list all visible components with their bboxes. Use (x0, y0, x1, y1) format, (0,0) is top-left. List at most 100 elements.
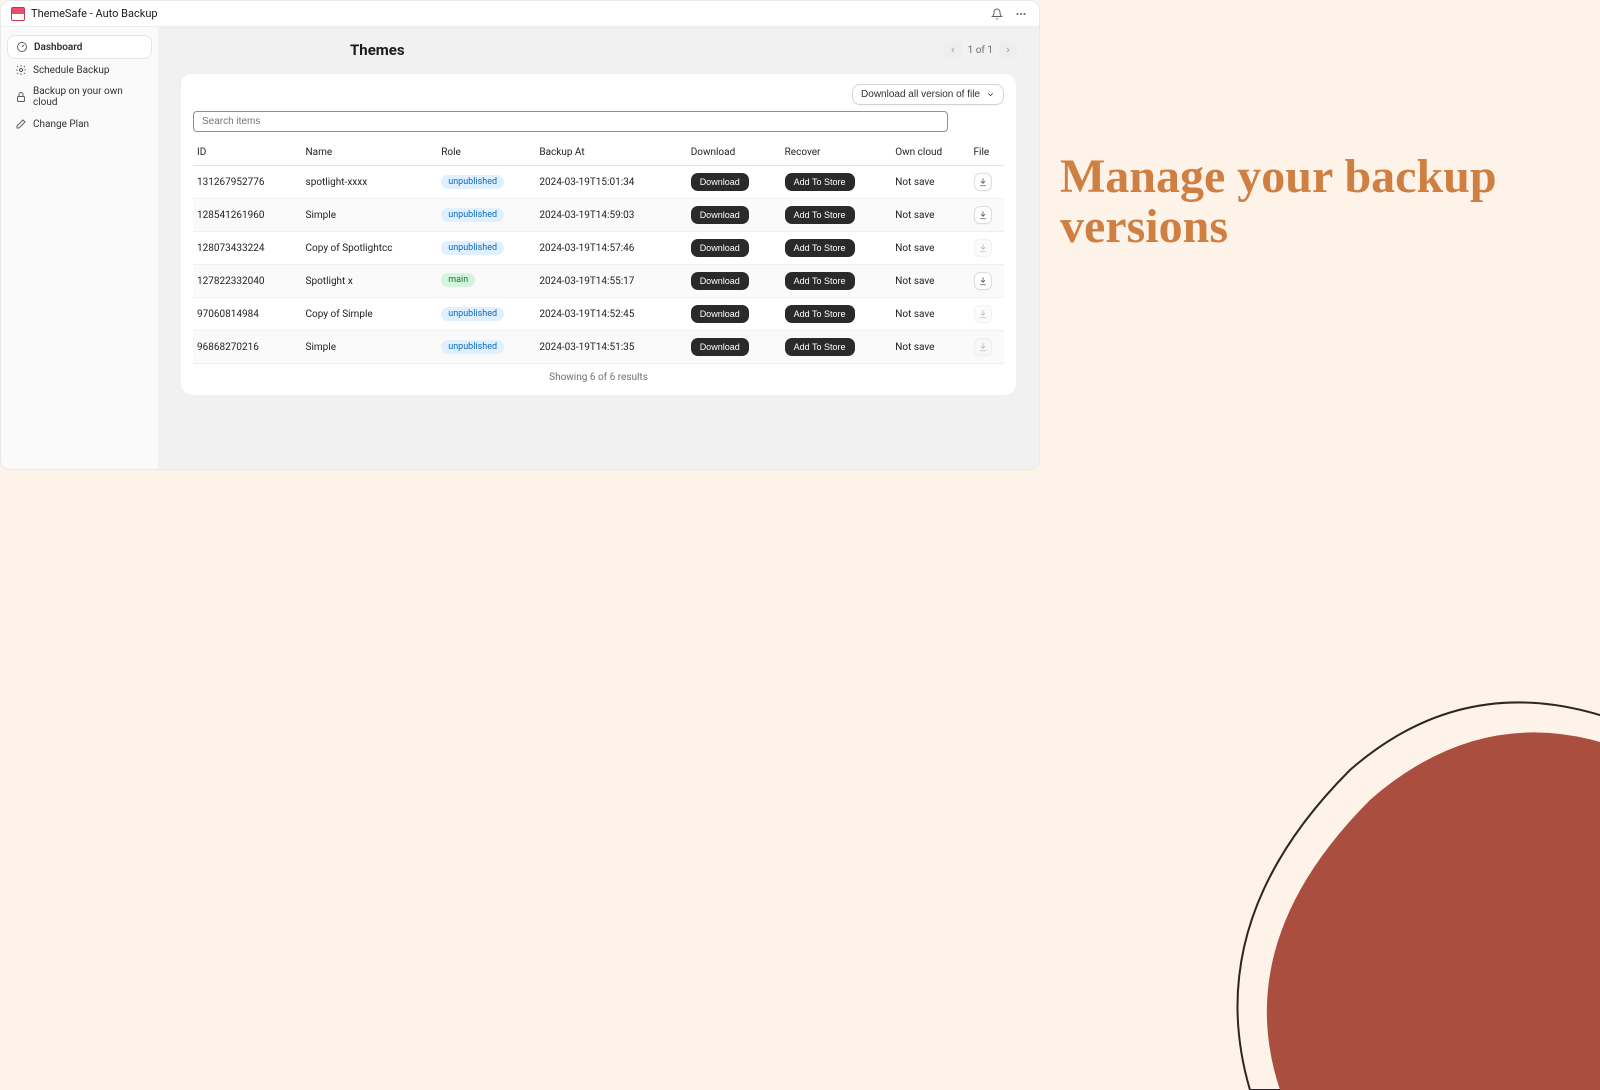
col-backup: Backup At (535, 140, 686, 166)
cell-recover: Add To Store (781, 331, 892, 364)
cell-download: Download (687, 199, 781, 232)
cell-recover: Add To Store (781, 232, 892, 265)
cell-backup-at: 2024-03-19T14:51:35 (535, 331, 686, 364)
table-row: 128541261960 Simple unpublished 2024-03-… (193, 199, 1004, 232)
marketing-headline: Manage your backup versions (1060, 152, 1497, 253)
cell-id: 131267952776 (193, 166, 302, 199)
lock-icon (15, 91, 27, 103)
cell-backup-at: 2024-03-19T14:59:03 (535, 199, 686, 232)
cell-id: 128541261960 (193, 199, 302, 232)
cell-cloud: Not save (891, 166, 969, 199)
cell-download: Download (687, 166, 781, 199)
cell-recover: Add To Store (781, 199, 892, 232)
sidebar-item-change-plan[interactable]: Change Plan (7, 113, 152, 135)
cell-role: main (437, 265, 535, 298)
cell-backup-at: 2024-03-19T14:52:45 (535, 298, 686, 331)
cell-name: Copy of Simple (302, 298, 438, 331)
cell-cloud: Not save (891, 331, 969, 364)
headline-line-1: Manage your backup (1060, 152, 1497, 202)
app-window: ThemeSafe - Auto Backup Dashboard Schedul… (0, 0, 1040, 470)
chevron-down-icon (986, 90, 995, 99)
cell-cloud: Not save (891, 298, 969, 331)
file-download-icon (974, 239, 992, 257)
pager-text: 1 of 1 (968, 45, 993, 56)
pager-prev-button[interactable] (944, 41, 962, 59)
file-download-icon[interactable] (974, 173, 992, 191)
decorative-blob-icon (1230, 690, 1600, 1090)
sidebar: Dashboard Schedule Backup Backup on your o… (1, 27, 158, 469)
download-all-label: Download all version of file (861, 89, 980, 100)
cell-file (970, 331, 1004, 364)
col-download: Download (687, 140, 781, 166)
pager: 1 of 1 (944, 41, 1017, 59)
sidebar-item-label: Schedule Backup (33, 65, 109, 76)
add-to-store-button[interactable]: Add To Store (785, 206, 855, 224)
download-button[interactable]: Download (691, 338, 749, 356)
search-input[interactable] (193, 111, 948, 132)
table-row: 127822332040 Spotlight x main 2024-03-19… (193, 265, 1004, 298)
sidebar-item-label: Change Plan (33, 119, 89, 130)
cell-name: spotlight-xxxx (302, 166, 438, 199)
table-row: 97060814984 Copy of Simple unpublished 2… (193, 298, 1004, 331)
sidebar-item-label: Backup on your own cloud (33, 86, 144, 108)
file-download-icon (974, 338, 992, 356)
download-button[interactable]: Download (691, 239, 749, 257)
cell-cloud: Not save (891, 199, 969, 232)
cell-id: 97060814984 (193, 298, 302, 331)
themes-card: Download all version of file ID Name Rol… (180, 73, 1017, 396)
cell-backup-at: 2024-03-19T14:55:17 (535, 265, 686, 298)
add-to-store-button[interactable]: Add To Store (785, 338, 855, 356)
titlebar: ThemeSafe - Auto Backup (1, 1, 1039, 27)
app-title: ThemeSafe - Auto Backup (31, 7, 158, 20)
cell-file (970, 166, 1004, 199)
role-badge: unpublished (441, 241, 504, 255)
cell-recover: Add To Store (781, 298, 892, 331)
add-to-store-button[interactable]: Add To Store (785, 305, 855, 323)
cell-name: Spotlight x (302, 265, 438, 298)
add-to-store-button[interactable]: Add To Store (785, 272, 855, 290)
download-all-button[interactable]: Download all version of file (852, 84, 1004, 105)
headline-line-2: versions (1060, 202, 1497, 252)
role-badge: main (441, 273, 475, 287)
sidebar-item-dashboard[interactable]: Dashboard (7, 35, 152, 59)
cell-file (970, 298, 1004, 331)
cell-download: Download (687, 265, 781, 298)
cell-role: unpublished (437, 331, 535, 364)
cell-role: unpublished (437, 166, 535, 199)
more-icon[interactable] (1013, 6, 1029, 22)
file-download-icon[interactable] (974, 206, 992, 224)
role-badge: unpublished (441, 307, 504, 321)
table-row: 96868270216 Simple unpublished 2024-03-1… (193, 331, 1004, 364)
file-download-icon[interactable] (974, 272, 992, 290)
app-logo-icon (11, 7, 25, 21)
col-cloud: Own cloud (891, 140, 969, 166)
cell-download: Download (687, 298, 781, 331)
download-button[interactable]: Download (691, 305, 749, 323)
gear-icon (15, 64, 27, 76)
download-button[interactable]: Download (691, 272, 749, 290)
col-recover: Recover (781, 140, 892, 166)
col-file: File (970, 140, 1004, 166)
sidebar-item-schedule-backup[interactable]: Schedule Backup (7, 59, 152, 81)
cell-file (970, 199, 1004, 232)
cell-role: unpublished (437, 199, 535, 232)
add-to-store-button[interactable]: Add To Store (785, 239, 855, 257)
cell-name: Copy of Spotlightcc (302, 232, 438, 265)
sidebar-item-label: Dashboard (34, 42, 82, 53)
notifications-icon[interactable] (989, 6, 1005, 22)
cell-download: Download (687, 232, 781, 265)
role-badge: unpublished (441, 340, 504, 354)
edit-icon (15, 118, 27, 130)
download-button[interactable]: Download (691, 173, 749, 191)
cell-role: unpublished (437, 298, 535, 331)
dashboard-icon (16, 41, 28, 53)
cell-cloud: Not save (891, 265, 969, 298)
add-to-store-button[interactable]: Add To Store (785, 173, 855, 191)
download-button[interactable]: Download (691, 206, 749, 224)
role-badge: unpublished (441, 175, 504, 189)
sidebar-item-backup-on-your-own-cloud[interactable]: Backup on your own cloud (7, 81, 152, 113)
cell-id: 96868270216 (193, 331, 302, 364)
pager-next-button[interactable] (999, 41, 1017, 59)
col-id: ID (193, 140, 302, 166)
cell-id: 128073433224 (193, 232, 302, 265)
